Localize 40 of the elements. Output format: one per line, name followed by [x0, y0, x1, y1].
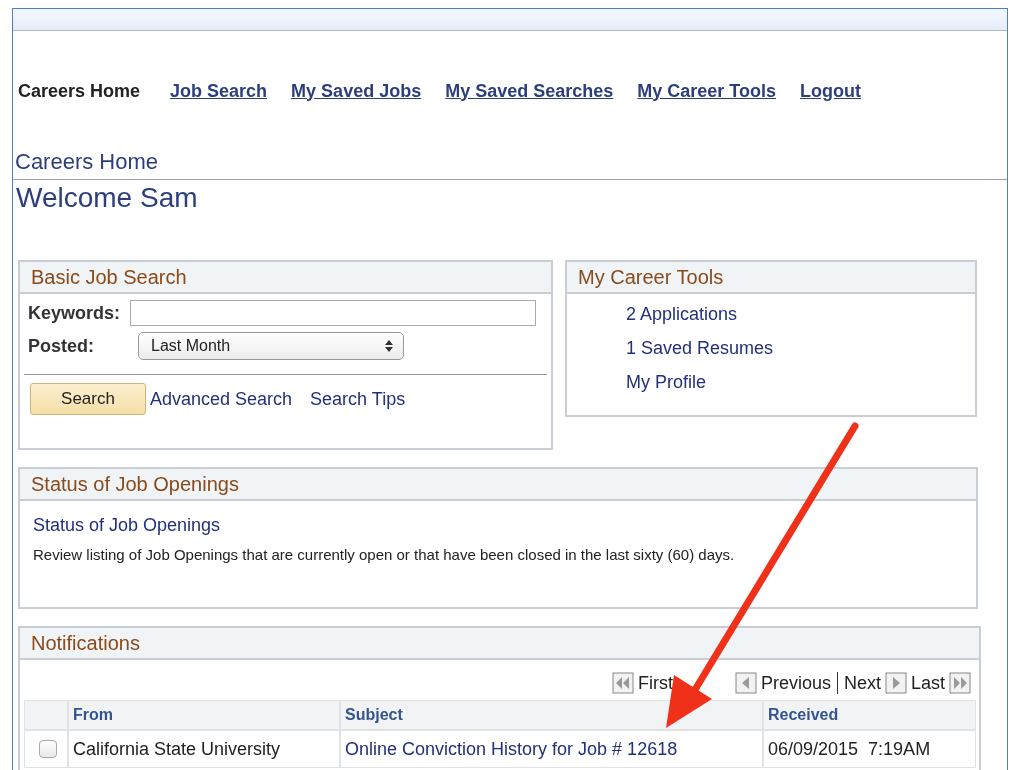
table-cell: 06/09/2015 7:19AM [763, 730, 976, 768]
posted-select[interactable]: Last Month [138, 332, 404, 360]
row-checkbox[interactable] [39, 740, 57, 758]
updown-icon [385, 340, 393, 352]
description-text: Review listing of Job Openings that are currently open or that have been closed in the last sixty (60) days. [32, 545, 736, 563]
nav-link[interactable]: Careers Home [18, 80, 141, 102]
panel-title: Status of Job Openings [20, 469, 976, 501]
pager-link[interactable]: First [637, 672, 673, 694]
table-cell: California State University [68, 730, 340, 768]
nav-link[interactable]: My Saved Searches [445, 80, 614, 102]
status-link[interactable]: Status of Job Openings [33, 515, 221, 535]
column-header: Subject [340, 700, 763, 730]
subject-link[interactable]: Online Conviction History for Job # 12618 [340, 730, 763, 768]
panel-title: Basic Job Search [20, 262, 551, 294]
next-icon[interactable] [884, 672, 907, 694]
pager-link[interactable]: Last [910, 672, 945, 694]
field-label: Posted: [28, 335, 95, 357]
keywords-field[interactable] [130, 300, 536, 326]
welcome-heading: Welcome Sam [15, 182, 199, 214]
pager-link[interactable]: Previous [760, 672, 831, 694]
column-header: From [68, 700, 340, 730]
first-icon[interactable] [611, 672, 634, 694]
nav-link[interactable]: Job Search [170, 80, 268, 102]
pager-link[interactable]: Next [843, 672, 881, 694]
field-label: Keywords: [28, 302, 122, 324]
link[interactable]: Search Tips [310, 388, 406, 410]
nav-link[interactable]: Logout [800, 80, 861, 102]
link[interactable]: Advanced Search [150, 388, 293, 410]
last-icon[interactable] [949, 672, 971, 694]
column-header: Received [763, 700, 976, 730]
tool-link[interactable]: 1 Saved Resumes [626, 338, 975, 359]
page-title: Careers Home [13, 149, 1007, 180]
nav-link[interactable]: My Career Tools [637, 80, 776, 102]
nav-link[interactable]: My Saved Jobs [291, 80, 422, 102]
panel-title: Notifications [20, 628, 979, 660]
tool-link[interactable]: My Profile [626, 372, 975, 393]
panel-title: My Career Tools [567, 262, 975, 294]
tool-link[interactable]: 2 Applications [626, 304, 975, 325]
search-button[interactable]: Search [30, 383, 146, 415]
previous-icon[interactable] [734, 672, 757, 694]
